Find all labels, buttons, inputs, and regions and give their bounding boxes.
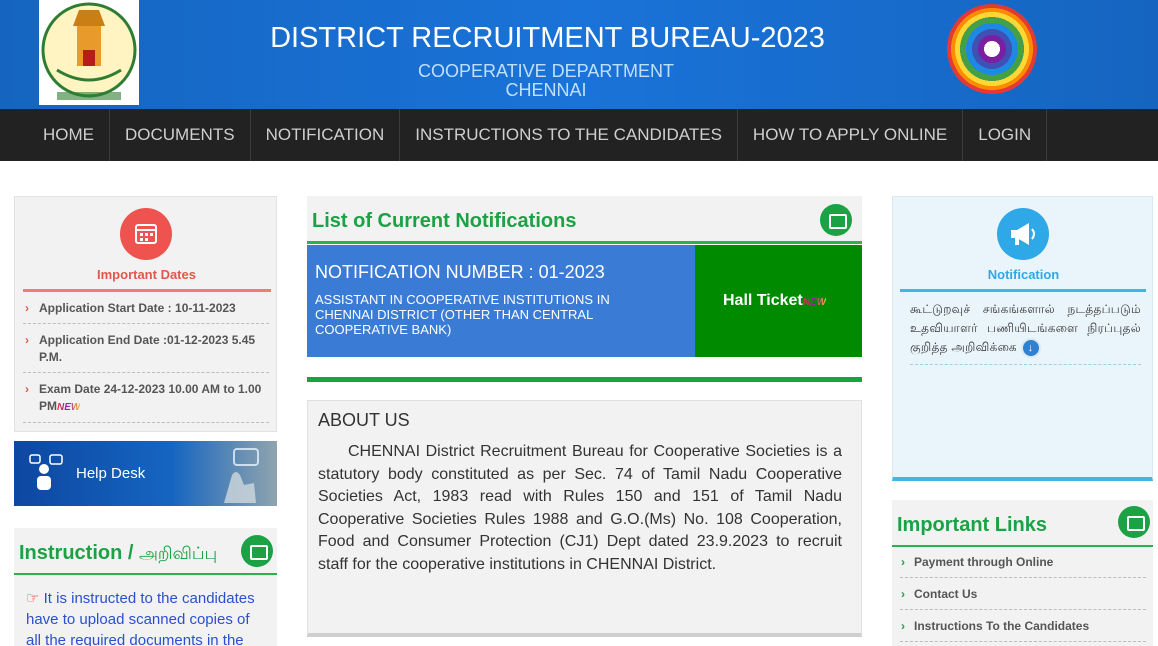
instruction-title: Instruction / அறிவிப்பு (19, 542, 217, 566)
city-subtitle: CHENNAI (505, 80, 587, 100)
instruction-panel: Instruction / அறிவிப்பு ☞ It is instruct… (14, 528, 277, 646)
download-icon[interactable]: ↓ (1020, 338, 1041, 358)
important-dates-panel: Important Dates › Application Start Date… (14, 196, 277, 432)
nav-how-to-apply[interactable]: HOW TO APPLY ONLINE (738, 109, 964, 161)
link-label: Instructions To the Candidates (914, 619, 1090, 633)
notification-description: ASSISTANT IN COOPERATIVE INSTITUTIONS IN… (315, 292, 610, 337)
support-agent-icon (29, 454, 63, 490)
department-subtitle: COOPERATIVE DEPARTMENT (417, 61, 675, 81)
link-payment-online[interactable]: › Payment through Online (900, 555, 1146, 578)
instruction-title-en: Instruction / (19, 542, 134, 564)
notification-link[interactable]: கூட்டுறவுச் சங்கங்களால் நடத்தப்படும் உதவ… (910, 300, 1141, 365)
about-us-title: ABOUT US (318, 410, 410, 430)
chevron-right-icon: › (25, 382, 29, 396)
chevron-right-icon: › (901, 587, 905, 601)
instruction-body: It is instructed to the candidates have … (26, 590, 255, 646)
site-header: DISTRICT RECRUITMENT BUREAU-2023 COOPERA… (0, 0, 1158, 109)
date-item: › Application End Date :01-12-2023 5.45 … (23, 332, 269, 373)
main-navigation: HOME DOCUMENTS NOTIFICATION INSTRUCTIONS… (0, 109, 1158, 161)
date-item: › Application Start Date : 10-11-2023 (23, 300, 269, 324)
nav-login[interactable]: LOGIN (963, 109, 1048, 161)
new-badge: NEW (802, 297, 827, 308)
notification-number: NOTIFICATION NUMBER : 01-2023 (315, 262, 605, 282)
calendar-icon (120, 208, 172, 260)
cooperative-rainbow-logo (947, 4, 1037, 94)
chevron-right-icon: › (901, 619, 905, 633)
link-instructions[interactable]: › Instructions To the Candidates (900, 619, 1146, 642)
important-links-panel: Important Links › Payment through Online… (892, 500, 1153, 646)
touch-hand-icon (224, 448, 259, 503)
notifications-title: List of Current Notifications (312, 210, 577, 232)
nav-documents[interactable]: DOCUMENTS (110, 109, 251, 161)
divider (892, 545, 1153, 547)
nav-notification[interactable]: NOTIFICATION (251, 109, 401, 161)
megaphone-icon (997, 208, 1049, 260)
pointing-hand-icon: ☞ (26, 590, 40, 607)
divider (900, 289, 1146, 292)
date-text: Application Start Date : 10-11-2023 (39, 301, 236, 315)
hall-ticket-button[interactable]: Hall TicketNEW (695, 245, 862, 357)
site-title: DISTRICT RECRUITMENT BUREAU-2023 (270, 22, 825, 54)
notification-card[interactable]: NOTIFICATION NUMBER : 01-2023 ASSISTANT … (307, 245, 695, 357)
folder-icon (1118, 506, 1150, 538)
hall-ticket-text: Hall Ticket (723, 292, 803, 309)
notification-panel: Notification கூட்டுறவுச் சங்கங்களால் நடத… (892, 196, 1153, 481)
tamil-nadu-emblem-logo (39, 0, 139, 105)
divider (14, 573, 277, 575)
help-desk-label: Help Desk (76, 465, 146, 482)
link-contact-us[interactable]: › Contact Us (900, 587, 1146, 610)
folder-icon (820, 204, 852, 236)
important-links-title: Important Links (897, 514, 1048, 536)
instruction-title-ta: அறிவிப்பு (139, 544, 218, 563)
help-desk-banner[interactable]: Help Desk (14, 441, 277, 506)
nav-home[interactable]: HOME (28, 109, 110, 161)
folder-icon (241, 535, 273, 567)
divider (23, 289, 271, 292)
chevron-right-icon: › (25, 301, 29, 315)
about-us-text: CHENNAI District Recruitment Bureau for … (318, 443, 842, 573)
hall-ticket-label: Hall TicketNEW (723, 292, 826, 310)
important-dates-title: Important Dates (97, 267, 196, 282)
date-item: › Exam Date 24-12-2023 10.00 AM to 1.00 … (23, 381, 269, 423)
chevron-right-icon: › (25, 333, 29, 347)
about-us-panel: ABOUT US CHENNAI District Recruitment Bu… (307, 400, 862, 637)
link-label: Payment through Online (914, 555, 1054, 569)
notification-title: Notification (987, 267, 1060, 282)
nav-instructions[interactable]: INSTRUCTIONS TO THE CANDIDATES (400, 109, 738, 161)
instruction-text: ☞ It is instructed to the candidates hav… (26, 588, 266, 646)
date-text: Application End Date :01-12-2023 5.45 P.… (39, 333, 256, 364)
divider (307, 377, 862, 382)
link-label: Contact Us (914, 587, 978, 601)
chevron-right-icon: › (901, 555, 905, 569)
new-badge: NEW (57, 402, 81, 413)
